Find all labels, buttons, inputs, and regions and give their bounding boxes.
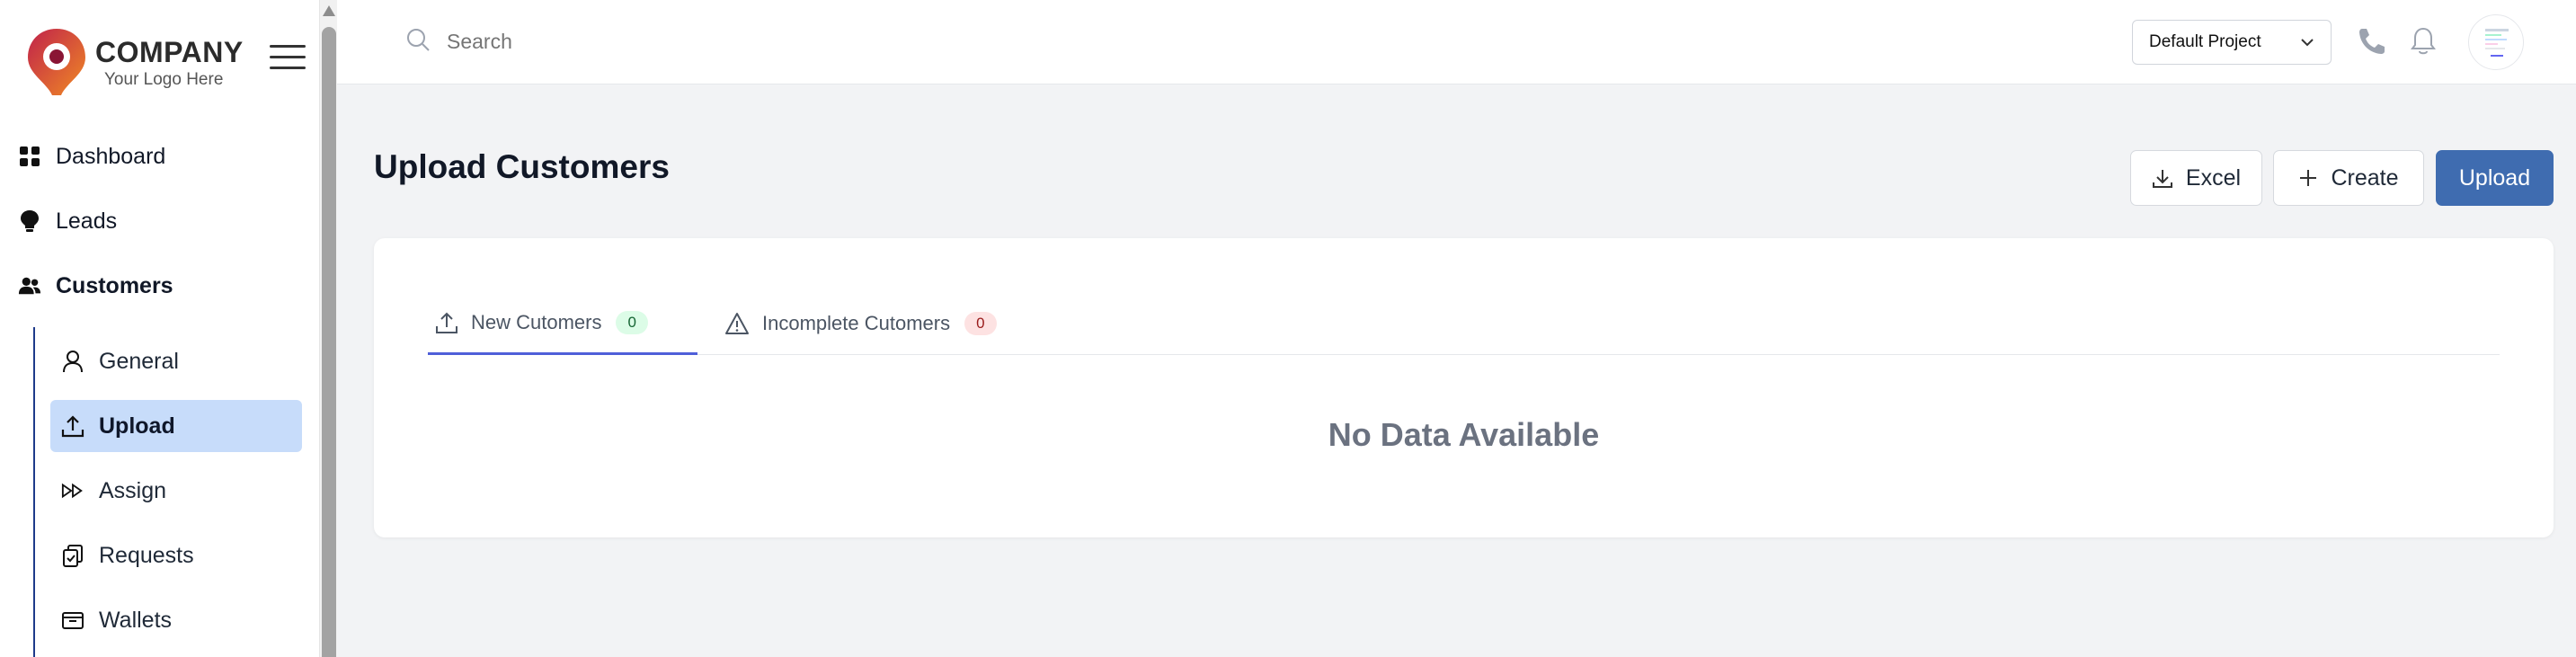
upload-icon xyxy=(435,311,458,334)
sidebar: COMPANY Your Logo Here Dashboard Leads C… xyxy=(0,0,319,657)
company-name: COMPANY xyxy=(95,36,244,68)
forward-icon xyxy=(61,479,84,502)
sidebar-item-dashboard[interactable]: Dashboard xyxy=(18,131,306,182)
search-box[interactable] xyxy=(405,27,806,57)
excel-button-label: Excel xyxy=(2185,164,2242,191)
company-logo[interactable]: COMPANY Your Logo Here xyxy=(25,25,259,97)
page-title: Upload Customers xyxy=(374,148,670,185)
scroll-up-arrow-icon[interactable] xyxy=(323,5,335,16)
submenu-item-label: General xyxy=(99,348,179,374)
avatar-image-icon xyxy=(2485,29,2509,57)
sidebar-item-label: Customers xyxy=(56,272,173,298)
submenu-item-upload[interactable]: Upload xyxy=(50,400,302,452)
submenu-item-wallets[interactable]: Wallets xyxy=(50,594,302,646)
project-select[interactable]: Default Project xyxy=(2132,20,2332,65)
submenu-item-label: Assign xyxy=(99,477,167,503)
submenu-item-label: Requests xyxy=(99,542,194,568)
search-icon xyxy=(405,27,431,57)
search-input[interactable] xyxy=(447,30,806,54)
wallet-icon xyxy=(61,608,84,632)
logo-pin-icon xyxy=(28,29,85,95)
bulb-icon xyxy=(18,209,41,233)
sidebar-item-label: Leads xyxy=(56,208,118,234)
submenu-item-label: Upload xyxy=(99,413,175,439)
submenu-line xyxy=(33,327,35,657)
clipboard-icon xyxy=(61,544,84,567)
count-badge: 0 xyxy=(616,310,648,334)
scrollbar-thumb[interactable] xyxy=(322,27,336,657)
sidebar-item-customers[interactable]: Customers xyxy=(18,261,306,311)
upload-card: New Cutomers 0 Incomplete Cutomers 0 No … xyxy=(374,238,2554,537)
plus-icon xyxy=(2298,168,2318,188)
download-icon xyxy=(2152,167,2173,189)
empty-state-message: No Data Available xyxy=(1328,416,1600,453)
upload-icon xyxy=(61,414,84,438)
submenu-item-requests[interactable]: Requests xyxy=(50,529,302,582)
dashboard-icon xyxy=(18,145,41,168)
bell-icon[interactable] xyxy=(2410,26,2437,61)
create-button[interactable]: Create xyxy=(2273,150,2424,206)
topbar: Default Project xyxy=(337,0,2576,84)
submenu-item-general[interactable]: General xyxy=(50,335,302,387)
tab-new-customers[interactable]: New Cutomers 0 xyxy=(428,292,697,355)
tab-label: New Cutomers xyxy=(471,310,602,333)
user-icon xyxy=(61,350,84,373)
upload-button[interactable]: Upload xyxy=(2436,150,2554,206)
sidebar-item-label: Dashboard xyxy=(56,143,166,169)
count-badge: 0 xyxy=(964,312,997,335)
tabs: New Cutomers 0 Incomplete Cutomers 0 xyxy=(428,292,2500,355)
project-select-value: Default Project xyxy=(2149,32,2261,51)
menu-toggle-icon[interactable] xyxy=(270,45,306,72)
excel-button[interactable]: Excel xyxy=(2130,150,2262,206)
user-avatar[interactable] xyxy=(2468,14,2524,70)
company-tagline: Your Logo Here xyxy=(104,70,224,89)
warning-icon xyxy=(724,312,750,335)
chevron-down-icon xyxy=(2300,32,2314,52)
tab-label: Incomplete Cutomers xyxy=(762,312,951,334)
users-icon xyxy=(18,274,41,297)
submenu-item-assign[interactable]: Assign xyxy=(50,465,302,517)
sidebar-item-leads[interactable]: Leads xyxy=(18,196,306,246)
sidebar-scrollbar[interactable] xyxy=(319,0,337,657)
upload-button-label: Upload xyxy=(2458,164,2531,191)
tab-incomplete-customers[interactable]: Incomplete Cutomers 0 xyxy=(724,292,1030,355)
submenu-item-label: Wallets xyxy=(99,607,173,633)
create-button-label: Create xyxy=(2331,164,2399,191)
phone-icon[interactable] xyxy=(2357,26,2387,61)
